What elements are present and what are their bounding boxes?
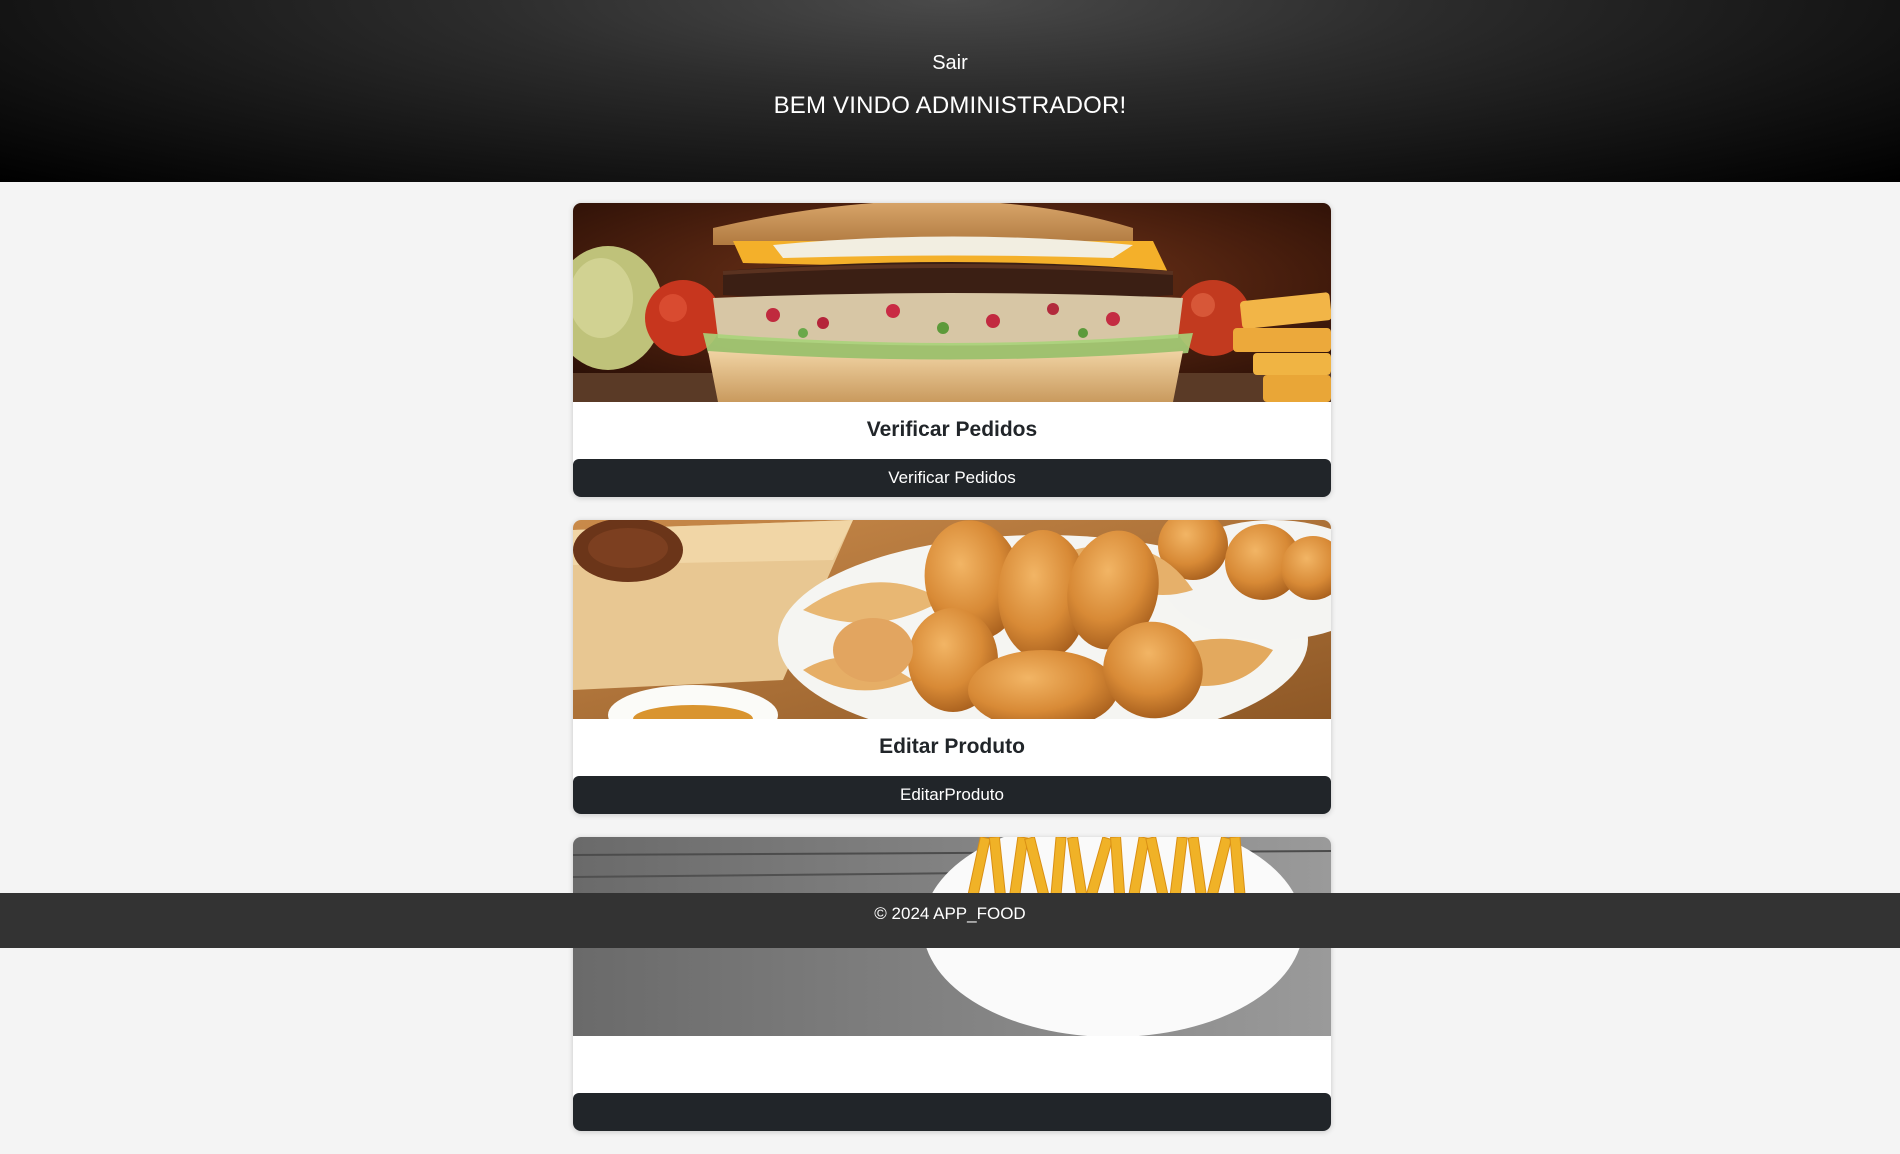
card-button[interactable] [573,1093,1331,1131]
site-header: Sair BEM VINDO ADMINISTRADOR! [0,0,1900,182]
burger-image [573,203,1331,402]
card-editar-produto: Editar Produto EditarProduto [573,520,1331,814]
card-verificar-pedidos: Verificar Pedidos Verificar Pedidos [573,203,1331,497]
card-title [573,1036,1331,1092]
copyright-text: © 2024 APP_FOOD [874,904,1026,923]
editar-produto-button[interactable]: EditarProduto [573,776,1331,814]
card-title: Verificar Pedidos [866,418,1038,441]
verificar-pedidos-button[interactable]: Verificar Pedidos [573,459,1331,497]
welcome-heading: BEM VINDO ADMINISTRADOR! [773,92,1127,119]
site-footer: © 2024 APP_FOOD [0,893,1900,948]
admin-cards: Verificar Pedidos Verificar Pedidos Edit… [573,203,1331,1154]
card-title: Editar Produto [879,735,1025,758]
logout-link[interactable]: Sair [0,52,1900,75]
card-third [573,837,1331,1131]
savory-snacks-image [573,520,1331,719]
